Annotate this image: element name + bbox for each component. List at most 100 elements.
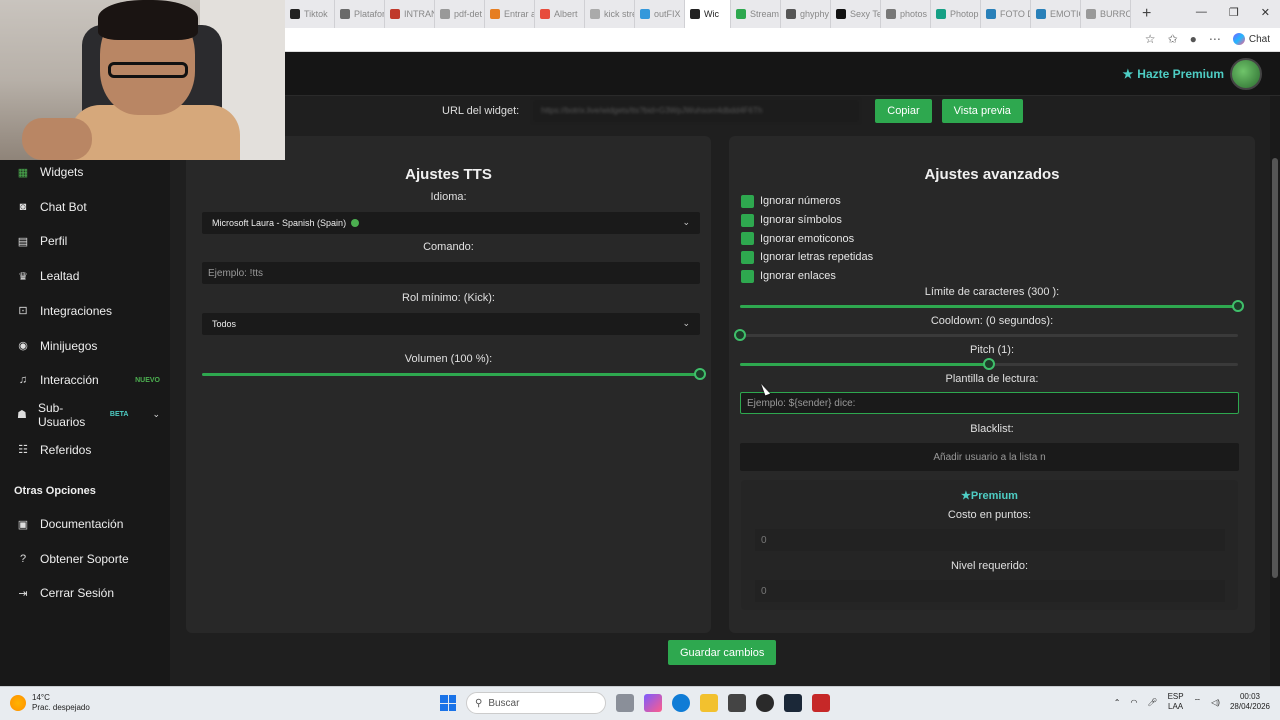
- checkbox-row[interactable]: Ignorar letras repetidas: [741, 248, 873, 267]
- checkbox-row[interactable]: Ignorar emoticonos: [741, 229, 873, 248]
- role-select[interactable]: Todos ⌄: [202, 313, 700, 335]
- language-select[interactable]: Microsoft Laura - Spanish (Spain) ⌄: [202, 212, 700, 234]
- volume-slider-handle[interactable]: [694, 368, 706, 380]
- avatar[interactable]: [1230, 58, 1262, 90]
- checkbox-row[interactable]: Ignorar enlaces: [741, 267, 873, 286]
- plug-icon: ⊡: [18, 305, 28, 318]
- level-input[interactable]: 0: [755, 580, 1225, 602]
- browser-tab[interactable]: BURRO: [1081, 0, 1131, 28]
- preview-button[interactable]: Vista previa: [941, 99, 1023, 123]
- browser-tab[interactable]: INTRANET: [385, 0, 435, 28]
- task-view-icon[interactable]: [616, 694, 634, 712]
- checkbox[interactable]: [741, 232, 754, 246]
- browser-tab[interactable]: Sexy Te: [831, 0, 881, 28]
- sidebar-item-integraciones[interactable]: ⊡ Integraciones: [0, 296, 170, 326]
- weather-widget[interactable]: 14°C Prac. despejado: [10, 693, 90, 713]
- copilot-app-icon[interactable]: [644, 694, 662, 712]
- save-button[interactable]: Guardar cambios: [668, 640, 777, 665]
- sidebar-item-widgets[interactable]: ▦ Widgets: [0, 157, 170, 187]
- premium-link[interactable]: ★ Hazte Premium: [1123, 67, 1224, 81]
- checkbox-row[interactable]: Ignorar símbolos: [741, 211, 873, 230]
- taskbar-search[interactable]: ⚲ Buscar: [466, 692, 606, 714]
- browser-tab[interactable]: Wic: [685, 0, 731, 28]
- cooldown-slider-handle[interactable]: [734, 329, 746, 341]
- cost-input[interactable]: 0: [755, 529, 1225, 551]
- status-dot-icon: [351, 219, 360, 227]
- browser-tab[interactable]: photos: [881, 0, 931, 28]
- browser-tab[interactable]: Plataformas: [335, 0, 385, 28]
- microphone-icon[interactable]: 🎤︎: [1147, 698, 1157, 707]
- copy-button[interactable]: Copiar: [875, 99, 932, 123]
- browser-tab[interactable]: Entrar a: [485, 0, 535, 28]
- sidebar-item-perfil[interactable]: ▤ Perfil: [0, 226, 170, 256]
- file-explorer-icon[interactable]: [700, 694, 718, 712]
- chevron-up-icon[interactable]: ⌃: [1114, 698, 1121, 707]
- tab-label: Tiktok: [304, 9, 328, 19]
- network-icon[interactable]: ⌔: [1194, 697, 1202, 707]
- blacklist-input[interactable]: Añadir usuario a la lista n: [740, 443, 1239, 471]
- sidebar-item-documentaci-n[interactable]: ▣ Documentación: [0, 509, 170, 539]
- browser-tab[interactable]: Photop: [931, 0, 981, 28]
- char-limit-slider[interactable]: [740, 300, 1244, 312]
- template-input[interactable]: Ejemplo: ${sender} dice:: [740, 392, 1239, 414]
- widget-url-value[interactable]: https://botrix.live/widgets/tts?bid=G3Wp…: [533, 100, 860, 122]
- language-indicator[interactable]: ESP LAA: [1168, 692, 1184, 712]
- checkbox[interactable]: [741, 269, 754, 283]
- browser-tab[interactable]: ghyphy: [781, 0, 831, 28]
- sidebar-item-cerrar-sesi-n[interactable]: ⇥ Cerrar Sesión: [0, 578, 170, 608]
- sidebar-item-interacci-n[interactable]: ♫ Interacción NUEVO: [0, 365, 170, 395]
- browser-tab[interactable]: FOTO D: [981, 0, 1031, 28]
- tab-label: outFIX: [654, 9, 681, 19]
- sidebar-item-lealtad[interactable]: ♛ Lealtad: [0, 261, 170, 291]
- store-icon[interactable]: [728, 694, 746, 712]
- sidebar-item-obtener-soporte[interactable]: ? Obtener Soporte: [0, 544, 170, 574]
- pitch-slider-handle[interactable]: [983, 358, 995, 370]
- minimize-icon[interactable]: —: [1196, 6, 1207, 19]
- char-limit-label: Límite de caracteres (300 ):: [924, 286, 1060, 298]
- profile-icon[interactable]: ●: [1190, 32, 1197, 46]
- browser-tab[interactable]: pdf-det: [435, 0, 485, 28]
- cooldown-slider[interactable]: [734, 329, 1238, 341]
- page-scrollbar[interactable]: [1270, 96, 1280, 686]
- close-icon[interactable]: ✕: [1261, 6, 1270, 19]
- sidebar-item-chat-bot[interactable]: ◙ Chat Bot: [0, 192, 170, 222]
- wifi-icon[interactable]: ◠: [1130, 698, 1137, 707]
- checkbox[interactable]: [741, 250, 754, 264]
- command-input[interactable]: Ejemplo: !tts: [202, 262, 700, 284]
- checkbox-row[interactable]: Ignorar números: [741, 192, 873, 211]
- new-tab-button[interactable]: +: [1142, 5, 1151, 23]
- browser-tab[interactable]: outFIX: [635, 0, 685, 28]
- pitch-slider[interactable]: [740, 358, 1238, 370]
- sidebar-item-minijuegos[interactable]: ◉ Minijuegos: [0, 331, 170, 361]
- volume-slider[interactable]: [202, 368, 706, 380]
- browser-tab[interactable]: Albert: [535, 0, 585, 28]
- browser-tab[interactable]: EMOTIC: [1031, 0, 1081, 28]
- obs-icon[interactable]: [756, 694, 774, 712]
- bookmark-star-icon[interactable]: ☆: [1145, 32, 1156, 46]
- volume-icon[interactable]: ◁): [1211, 698, 1220, 707]
- checkbox[interactable]: [741, 194, 754, 208]
- tab-label: Sexy Te: [850, 9, 881, 19]
- edge-icon[interactable]: [672, 694, 690, 712]
- chat-button[interactable]: Chat: [1232, 33, 1270, 45]
- restore-icon[interactable]: ❐: [1229, 6, 1239, 19]
- premium-title-text: Premium: [970, 490, 1018, 502]
- steam-icon[interactable]: [784, 694, 802, 712]
- app-icon[interactable]: [812, 694, 830, 712]
- tab-favicon-icon: [836, 9, 846, 19]
- chevron-down-icon[interactable]: ⌄: [152, 409, 160, 420]
- more-menu-icon[interactable]: ⋯: [1209, 32, 1221, 46]
- sidebar-item-label: Referidos: [40, 442, 92, 457]
- char-limit-slider-handle[interactable]: [1232, 300, 1244, 312]
- windows-start-icon[interactable]: [440, 695, 456, 711]
- sidebar-item-sub-usuarios[interactable]: ☗ Sub-Usuarios BETA ⌄: [0, 400, 170, 430]
- clock-date: 28/04/2026: [1229, 702, 1270, 711]
- favorites-icon[interactable]: ✩: [1168, 32, 1178, 46]
- browser-tab[interactable]: Tiktok: [285, 0, 335, 28]
- browser-tab[interactable]: kick strea: [585, 0, 635, 28]
- clock[interactable]: 00:03 28/04/2026: [1230, 692, 1270, 712]
- scrollbar-thumb[interactable]: [1272, 158, 1278, 578]
- checkbox[interactable]: [741, 213, 754, 227]
- sidebar-item-referidos[interactable]: ☷ Referidos: [0, 435, 170, 465]
- browser-tab[interactable]: Stream: [731, 0, 781, 28]
